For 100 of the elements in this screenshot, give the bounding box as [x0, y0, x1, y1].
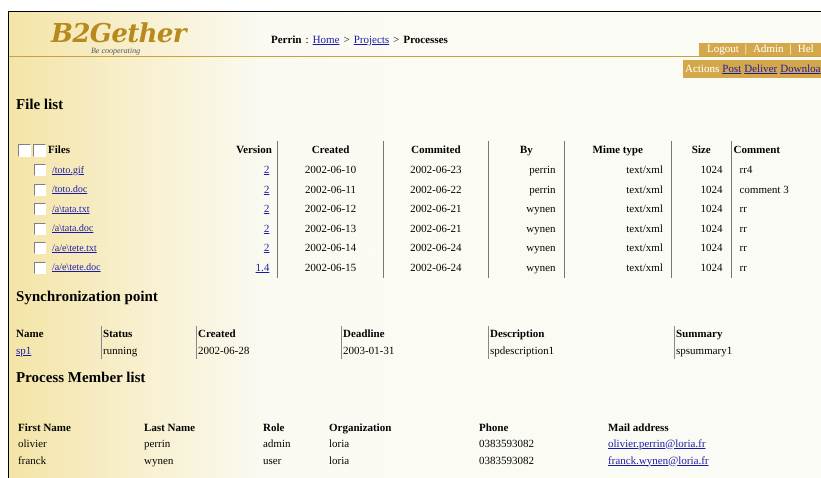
breadcrumb-link[interactable]: Projects	[354, 32, 390, 48]
breadcrumb-separator: :	[306, 33, 309, 48]
table-cell-text: comment 3	[740, 182, 789, 198]
checkbox[interactable]	[34, 184, 46, 196]
column-header: Description	[490, 328, 544, 340]
file-link[interactable]: /a\tata.doc	[52, 221, 94, 236]
checkbox[interactable]	[34, 242, 46, 254]
table-cell-text: perrin	[529, 163, 556, 178]
column-header: Deadline	[343, 328, 385, 340]
email-link[interactable]: olivier.perrin@loria.fr	[608, 438, 706, 450]
table-cell-text: 2002-06-21	[410, 202, 462, 217]
action-link[interactable]: Deliver	[744, 60, 778, 78]
table-cell-text: wynen	[526, 241, 556, 256]
table-cell-text: 2002-06-23	[410, 163, 462, 178]
table-cell: 2002-06-28	[198, 344, 250, 356]
column-header: Name	[16, 328, 44, 340]
table-cell-text: text/xml	[626, 163, 663, 178]
table-cell: olivier	[18, 438, 47, 450]
table-cell: user	[263, 454, 282, 466]
file-link[interactable]: /toto.doc	[52, 182, 88, 198]
menu-separator: |	[790, 42, 792, 58]
column-header: Created	[198, 328, 236, 340]
table-cell-text: wynen	[526, 260, 556, 276]
section-heading: Synchronization point	[16, 288, 159, 306]
table-cell: 0383593082	[479, 438, 534, 450]
table-cell-text: text/xml	[626, 182, 663, 198]
file-link[interactable]: /a/e\tete.doc	[52, 260, 101, 276]
email-link[interactable]: franck.wynen@loria.fr	[608, 454, 709, 466]
column-header: Organization	[329, 420, 392, 436]
checkbox[interactable]	[18, 144, 31, 157]
table-cell-text: 2002-06-13	[304, 222, 356, 236]
breadcrumb-current: Processes	[403, 33, 448, 48]
version-link[interactable]: 2	[264, 240, 270, 256]
column-header: Mail address	[608, 420, 670, 436]
table-cell: running	[103, 344, 138, 356]
column-header: Files	[48, 143, 70, 158]
menu-separator: |	[744, 42, 747, 58]
column-header: Role	[263, 420, 286, 436]
checkbox[interactable]	[33, 144, 46, 157]
table-cell-text: 2002-06-15	[304, 260, 356, 276]
table-cell-text: rr	[740, 222, 747, 236]
table-cell: admin	[263, 438, 290, 450]
column-header: Last Name	[144, 420, 196, 436]
file-link[interactable]: /a\tata.txt	[52, 202, 90, 217]
column-header: First Name	[18, 420, 72, 436]
table-cell: franck	[18, 454, 46, 466]
table-cell-text: 1024	[700, 163, 723, 178]
table-cell-text: 2002-06-14	[304, 241, 356, 256]
column-header: Comment	[732, 143, 781, 158]
checkbox[interactable]	[34, 164, 46, 176]
action-link[interactable]: Post	[722, 60, 742, 78]
column-header: Version	[236, 143, 272, 158]
column-header: Commited	[411, 143, 461, 158]
version-link[interactable]: 2	[264, 182, 270, 198]
table-cell-text: 1024	[700, 260, 723, 276]
column-header: Summary	[676, 328, 722, 340]
logo-wordmark: B2Gether	[51, 21, 186, 47]
table-cell-text: 2002-06-12	[304, 202, 356, 217]
table-cell-text: rr	[740, 241, 747, 256]
table-cell-text: 1024	[700, 202, 723, 217]
table-cell-text: wynen	[526, 222, 556, 236]
table-cell-text: text/xml	[626, 260, 663, 276]
table-cell-text: 1024	[700, 241, 723, 256]
version-link[interactable]: 2	[264, 220, 270, 237]
section-heading: File list	[16, 96, 64, 115]
version-link[interactable]: 2	[264, 162, 270, 178]
column-header: Status	[103, 328, 132, 340]
table-cell: perrin	[144, 438, 170, 450]
table-cell-text: rr	[740, 202, 747, 217]
file-link[interactable]: /a/e\tete.txt	[52, 240, 97, 256]
breadcrumb-link[interactable]: Home	[312, 32, 340, 48]
table-cell-text: perrin	[529, 182, 556, 198]
table-cell: 0383593082	[479, 454, 534, 466]
table-cell: spdescription1	[490, 344, 554, 356]
table-cell-text: 2002-06-24	[410, 260, 462, 276]
table-cell: loria	[329, 454, 350, 466]
user-name: Perrin	[271, 33, 302, 48]
table-cell-text: text/xml	[626, 222, 663, 236]
table-cell: 2003-01-31	[343, 344, 394, 356]
column-header: By	[520, 143, 533, 158]
checkbox[interactable]	[34, 262, 46, 274]
file-link[interactable]: /toto.gif	[52, 162, 84, 178]
checkbox[interactable]	[34, 222, 46, 235]
column-header: Mime type	[592, 143, 643, 158]
version-link[interactable]: 2	[264, 201, 270, 218]
breadcrumb-arrow: >	[393, 33, 400, 48]
table-cell-text: 2002-06-10	[304, 163, 356, 178]
column-header: Size	[692, 143, 711, 158]
table-cell-text: rr	[740, 260, 747, 276]
table-cell-text: 1024	[700, 222, 723, 236]
breadcrumb-arrow: >	[344, 33, 350, 48]
logo-tagline: Be cooperating	[90, 47, 142, 55]
table-cell-text: text/xml	[626, 241, 663, 256]
sync-point-link[interactable]: sp1	[16, 344, 32, 356]
column-header: Created	[312, 143, 350, 158]
checkbox[interactable]	[34, 203, 46, 216]
table-cell-text: 1024	[700, 182, 723, 198]
action-link[interactable]: Downloa	[780, 60, 821, 78]
table-cell-text: rr4	[740, 163, 752, 178]
version-link[interactable]: 1.4	[256, 260, 270, 276]
